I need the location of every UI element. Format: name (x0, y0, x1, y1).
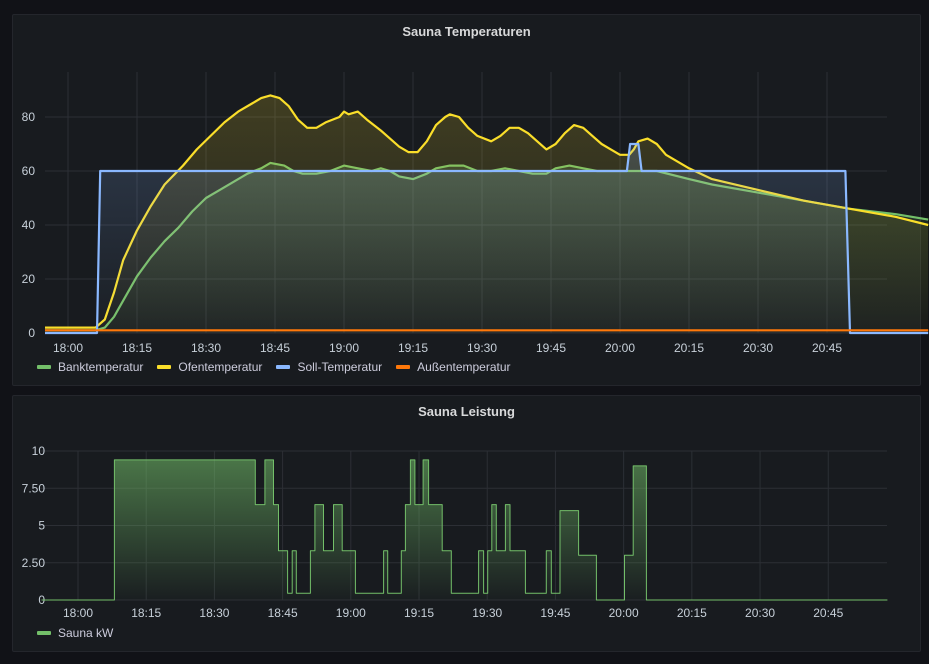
x-tick-label: 19:45 (540, 606, 570, 620)
x-tick-label: 18:45 (268, 606, 298, 620)
x-tick-label: 20:45 (813, 606, 843, 620)
x-tick-label: 18:15 (131, 606, 161, 620)
legend-swatch-icon (37, 631, 51, 635)
power-legend: Sauna kW (37, 626, 113, 640)
x-tick-label: 20:30 (745, 606, 775, 620)
x-tick-label: 20:00 (609, 606, 639, 620)
y-tick-label: 5 (38, 519, 45, 533)
y-tick-label: 10 (32, 444, 46, 458)
x-tick-label: 19:30 (472, 606, 502, 620)
y-tick-label: 2.50 (22, 556, 46, 570)
x-tick-label: 18:30 (199, 606, 229, 620)
x-tick-label: 18:00 (63, 606, 93, 620)
legend-label: Sauna kW (58, 626, 114, 640)
y-tick-label: 7.50 (22, 481, 46, 495)
power-chart: 02.5057.501018:00 18:15 18:30 18:45 19:00 19:… (22, 444, 888, 620)
legend-item[interactable]: Sauna kW (37, 626, 113, 640)
x-tick-label: 20:15 (677, 606, 707, 620)
x-tick-label: 19:15 (404, 606, 434, 620)
x-tick-label: 19:00 (336, 606, 366, 620)
